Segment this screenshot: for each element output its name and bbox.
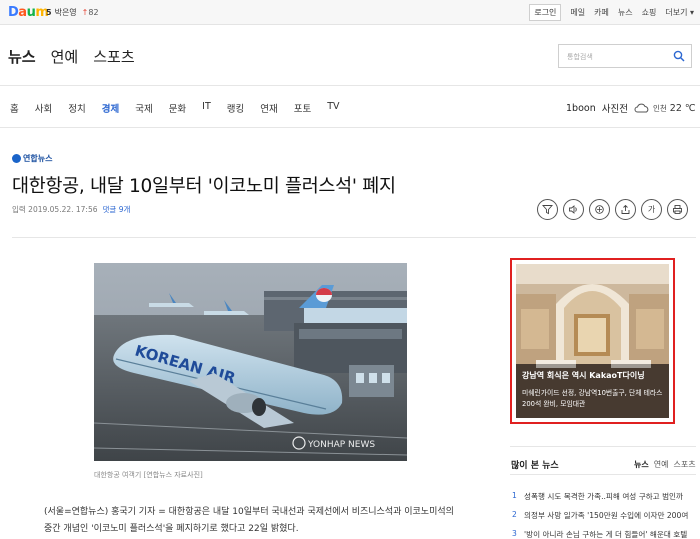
rank-number: 5: [46, 8, 52, 17]
rank-number: 2: [512, 510, 517, 519]
press-label[interactable]: 연합뉴스: [12, 153, 52, 164]
news-headline-link[interactable]: 의정부 사망 일가족 '150만원 수입에 이자만 200여: [524, 510, 688, 529]
ad-description[interactable]: 미쉐린가이드 선정, 강남역10번출구, 단체 테라스 200석 완비, 모임대…: [522, 388, 668, 410]
logo-letter-d: D: [8, 5, 19, 20]
search-placeholder: 통합검색: [567, 53, 593, 61]
nav-culture[interactable]: 문화: [169, 101, 186, 115]
nav-tv[interactable]: TV: [327, 101, 339, 115]
weather-temp: 22 ℃: [669, 102, 696, 114]
top-bar: Daum 5 박은영 ↑82 로그인 메일 카페 뉴스 쇼핑 더보기 ▾: [0, 0, 700, 25]
login-button[interactable]: 로그인: [529, 4, 562, 21]
speaker-icon[interactable]: [563, 199, 584, 220]
section-entertainment[interactable]: 연예: [51, 46, 79, 67]
nav-economy[interactable]: 경제: [102, 101, 119, 115]
search-input[interactable]: 통합검색: [558, 44, 692, 68]
divider: [0, 127, 700, 128]
nav-1boon[interactable]: 1boon: [566, 103, 596, 114]
yonhap-watermark: YONHAP NEWS: [307, 440, 375, 450]
popular-tab-sports[interactable]: 스포츠: [673, 459, 695, 470]
photo-caption: 대한항공 여객기 [연합뉴스 자료사진]: [94, 471, 203, 479]
airplane-photo-illustration: KOREAN AIR YONHAP NEWS: [94, 263, 407, 461]
nav-right: 1boon 사진전 인천 22 ℃: [566, 101, 696, 116]
popular-news-list: 1 성폭행 시도 목격한 가족..피해 여성 구하고 범인까 2 의정부 사망 …: [512, 491, 696, 539]
popular-news-title: 많이 본 뉴스: [511, 461, 559, 471]
section-tabs: 뉴스 연예 스포츠: [8, 46, 135, 67]
popular-tab-entertainment[interactable]: 연예: [654, 459, 669, 470]
weather-city: 인천: [652, 103, 667, 113]
nav-society[interactable]: 사회: [35, 101, 52, 115]
summary-filter-icon[interactable]: [537, 199, 558, 220]
news-link[interactable]: 뉴스: [618, 7, 633, 18]
ad-title[interactable]: 강남역 회식은 역시 KakaoT다이닝: [522, 370, 645, 381]
daum-logo[interactable]: Daum: [8, 5, 49, 20]
cafe-link[interactable]: 카페: [594, 7, 609, 18]
news-headline-link[interactable]: 성폭행 시도 목격한 가족..피해 여성 구하고 범인까: [524, 491, 683, 510]
search-icon[interactable]: [673, 50, 685, 62]
divider: [510, 446, 696, 447]
shopping-link[interactable]: 쇼핑: [642, 7, 657, 18]
translate-icon[interactable]: [589, 199, 610, 220]
rank-number: 3: [512, 529, 517, 538]
top-links: 로그인 메일 카페 뉴스 쇼핑 더보기 ▾: [529, 4, 694, 21]
rank-keyword: 박은영: [54, 8, 77, 17]
mail-link[interactable]: 메일: [570, 7, 585, 18]
cloud-icon: [634, 103, 649, 113]
section-sports[interactable]: 스포츠: [93, 46, 134, 67]
comment-count-link[interactable]: 댓글 9개: [103, 205, 131, 214]
list-item[interactable]: 3 '방이 아니라 손님 구하는 게 더 힘들어' 해운대 호텔: [512, 529, 696, 539]
article-meta: 입력 2019.05.22. 17:56 댓글 9개: [12, 204, 130, 215]
list-item[interactable]: 2 의정부 사망 일가족 '150만원 수입에 이자만 200여: [512, 510, 696, 529]
ad-image[interactable]: 강남역 회식은 역시 KakaoT다이닝 미쉐린가이드 선정, 강남역10번출구…: [516, 264, 669, 418]
nav-world[interactable]: 국제: [135, 101, 152, 115]
yonhap-logo-icon: [12, 154, 21, 163]
rank-change-value: 82: [88, 8, 99, 17]
list-item[interactable]: 1 성폭행 시도 목격한 가족..피해 여성 구하고 범인까: [512, 491, 696, 510]
divider: [510, 474, 696, 475]
popular-tabs: 뉴스 연예 스포츠: [634, 459, 696, 470]
realtime-rank[interactable]: 5 박은영 ↑82: [46, 7, 99, 18]
news-headline-link[interactable]: '방이 아니라 손님 구하는 게 더 힘들어' 해운대 호텔: [524, 529, 687, 539]
font-size-icon[interactable]: 가: [641, 199, 662, 220]
nav-home[interactable]: 홈: [10, 101, 19, 115]
divider: [0, 85, 700, 86]
article-title: 대한항공, 내달 10일부터 '이코노미 플러스석' 폐지: [12, 176, 396, 197]
rank-number: 1: [512, 491, 517, 500]
weather-widget[interactable]: 인천 22 ℃: [634, 103, 696, 114]
article-tools: 가: [537, 199, 688, 220]
more-link[interactable]: 더보기 ▾: [665, 7, 694, 18]
popular-tab-news[interactable]: 뉴스: [634, 459, 649, 470]
category-nav: 홈 사회 정치 경제 국제 문화 IT 랭킹 연재 포토 TV: [10, 101, 356, 115]
article-photo[interactable]: KOREAN AIR YONHAP NEWS: [94, 263, 407, 461]
logo-letter-a: a: [18, 5, 27, 20]
nav-photo-exhibit[interactable]: 사진전: [602, 101, 628, 115]
press-name: 연합뉴스: [23, 154, 53, 163]
divider: [12, 237, 696, 238]
ad-banner[interactable]: 강남역 회식은 역시 KakaoT다이닝 미쉐린가이드 선정, 강남역10번출구…: [510, 258, 675, 424]
nav-series[interactable]: 연재: [260, 101, 277, 115]
article-date: 입력 2019.05.22. 17:56: [12, 205, 98, 214]
nav-photo[interactable]: 포토: [294, 101, 311, 115]
nav-politics[interactable]: 정치: [68, 101, 85, 115]
nav-ranking[interactable]: 랭킹: [227, 101, 244, 115]
section-news[interactable]: 뉴스: [8, 46, 36, 67]
print-icon[interactable]: [667, 199, 688, 220]
share-icon[interactable]: [615, 199, 636, 220]
nav-it[interactable]: IT: [202, 101, 211, 115]
article-body: (서울=연합뉴스) 홍국기 기자 = 대한항공은 내달 10일부터 국내선과 국…: [44, 507, 454, 534]
